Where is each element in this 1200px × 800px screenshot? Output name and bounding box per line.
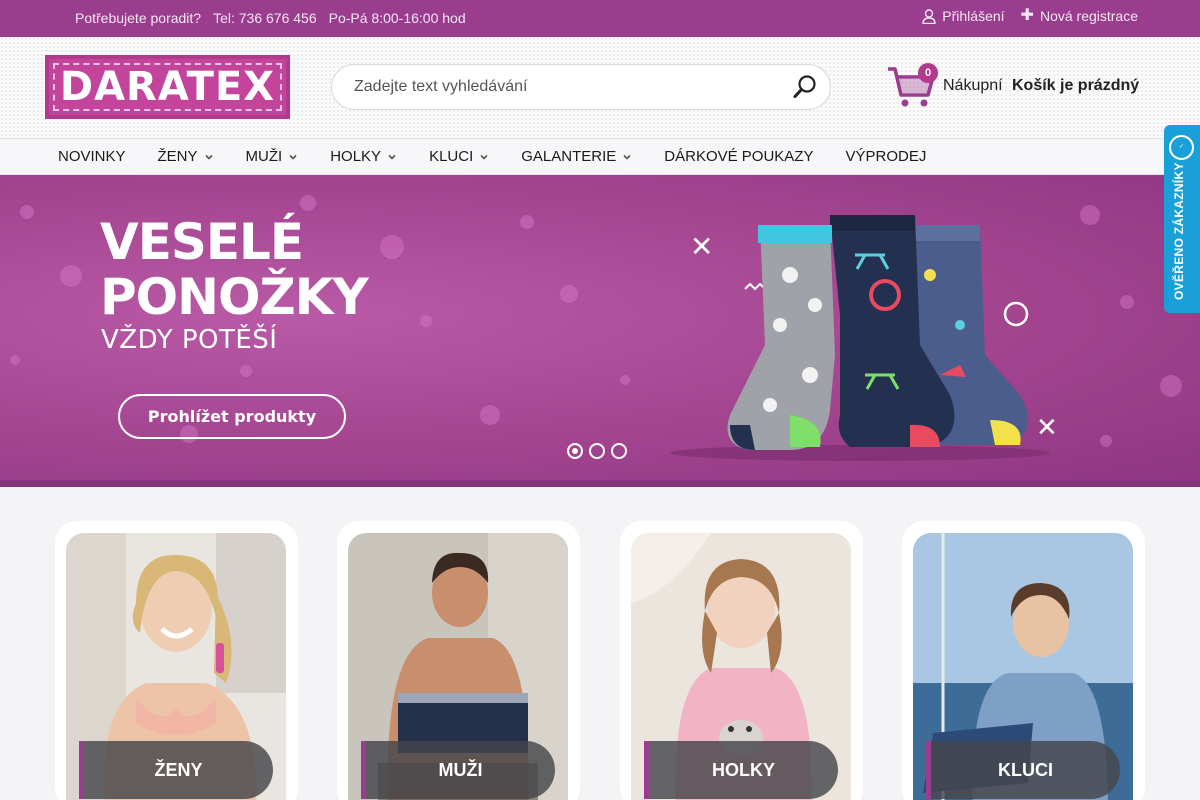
opening-hours: Po-Pá 8:00-16:00 hod <box>328 10 466 26</box>
login-link[interactable]: Přihlášení <box>922 8 1005 24</box>
banner-subheadline: VŽDY POTĚŠÍ <box>101 325 278 355</box>
login-label: Přihlášení <box>942 8 1005 24</box>
banner-headline: VESELÉ PONOŽKY <box>100 213 369 326</box>
category-card-holky[interactable]: HOLKY <box>620 521 863 800</box>
nav-item-galanterie[interactable]: GALANTERIE <box>521 148 632 165</box>
nav-item-novinky[interactable]: NOVINKY <box>58 148 126 165</box>
search-input[interactable] <box>354 75 774 99</box>
category-label: KLUCI <box>926 741 1120 799</box>
chevron-down-icon <box>388 154 396 160</box>
category-card-kluci[interactable]: KLUCI <box>902 521 1145 800</box>
search-icon[interactable] <box>792 74 818 100</box>
slide-dot-2[interactable] <box>589 443 605 459</box>
cart-status: Košík je prázdný <box>1012 77 1140 94</box>
plus-icon: ✚ <box>1020 7 1034 24</box>
chevron-down-icon <box>480 154 488 160</box>
socks-illustration <box>670 215 1050 461</box>
category-card-muzi[interactable]: MUŽI <box>337 521 580 800</box>
verified-by-customers-badge[interactable]: ✓ OVĚŘENO ZÁKAZNÍKY <box>1164 125 1200 313</box>
verified-seal-icon: ✓ <box>1169 135 1194 160</box>
slide-dot-1[interactable] <box>567 443 583 459</box>
header: DARATEX 0 Nákupní Košík je prázdný <box>0 37 1200 138</box>
category-card-zeny[interactable]: ŽENY <box>55 521 298 800</box>
chevron-down-icon <box>623 154 631 160</box>
nav-item-zeny[interactable]: ŽENY <box>158 148 214 165</box>
cart[interactable]: 0 Nákupní Košík je prázdný <box>886 63 1146 113</box>
help-label: Potřebujete poradit? <box>75 10 202 26</box>
category-label: HOLKY <box>644 741 838 799</box>
chevron-down-icon <box>204 154 213 160</box>
search-box <box>331 64 831 110</box>
logo-text: DARATEX <box>59 64 276 110</box>
slide-indicators <box>567 443 627 459</box>
category-section: ŽENY MUŽI HOLKY KLUCI <box>0 487 1200 800</box>
main-nav: NOVINKY ŽENY MUŽI HOLKY KLUCI GALANTERIE… <box>0 138 1200 175</box>
nav-item-muzi[interactable]: MUŽI <box>246 148 299 165</box>
cart-label: Nákupní <box>943 77 1003 94</box>
category-label: ŽENY <box>79 741 273 799</box>
nav-item-darkove-poukazy[interactable]: DÁRKOVÉ POUKAZY <box>664 148 813 165</box>
slide-dot-3[interactable] <box>611 443 627 459</box>
browse-products-button[interactable]: Prohlížet produkty <box>118 394 346 439</box>
verified-badge-text: OVĚŘENO ZÁKAZNÍKY <box>1172 162 1186 300</box>
top-bar: Potřebujete poradit? Tel: 736 676 456 Po… <box>0 0 1200 37</box>
register-link[interactable]: ✚ Nová registrace <box>1020 7 1138 25</box>
register-label: Nová registrace <box>1039 8 1138 24</box>
phone-link[interactable]: Tel: 736 676 456 <box>213 10 317 26</box>
chevron-down-icon <box>289 154 297 160</box>
user-icon <box>922 8 936 24</box>
contact-info: Potřebujete poradit? Tel: 736 676 456 Po… <box>75 10 466 26</box>
logo[interactable]: DARATEX <box>45 55 290 119</box>
nav-item-holky[interactable]: HOLKY <box>330 148 397 165</box>
nav-item-vyprodej[interactable]: VÝPRODEJ <box>845 148 926 165</box>
cart-count-badge: 0 <box>918 63 938 83</box>
category-label: MUŽI <box>361 741 555 799</box>
hero-banner[interactable]: VESELÉ PONOŽKY VŽDY POTĚŠÍ Prohlížet pro… <box>0 175 1200 487</box>
nav-item-kluci[interactable]: KLUCI <box>429 148 489 165</box>
